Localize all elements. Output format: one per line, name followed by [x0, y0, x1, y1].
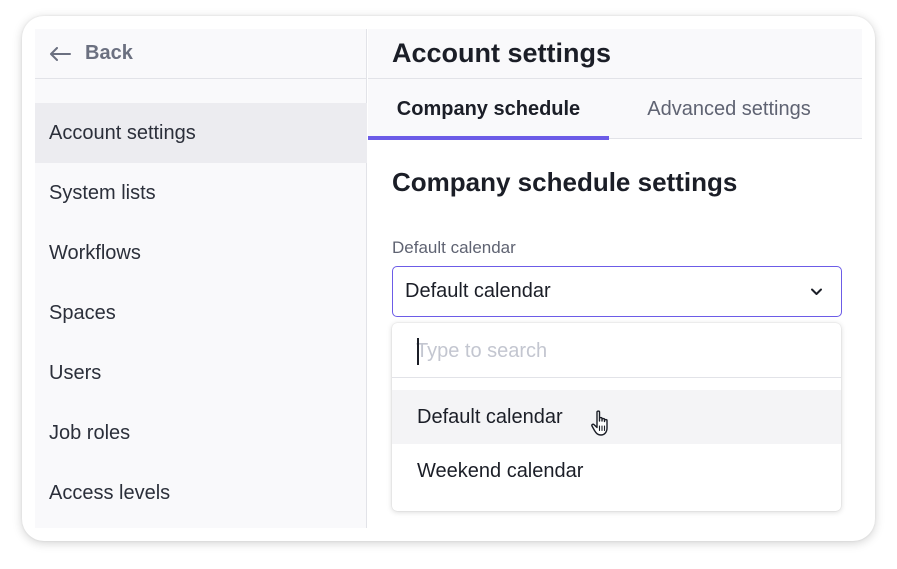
main-content: Account settings Company schedule Advanc… — [368, 29, 862, 528]
arrow-left-icon — [50, 46, 71, 61]
dropdown-search — [392, 323, 841, 378]
hand-pointer-cursor-icon — [591, 410, 608, 436]
sidebar-item-system-lists[interactable]: System lists — [35, 163, 367, 223]
tab-label: Advanced settings — [647, 97, 811, 120]
back-label: Back — [85, 42, 133, 64]
option-label: Weekend calendar — [417, 459, 584, 482]
select-value: Default calendar — [405, 280, 551, 302]
tab-label: Company schedule — [396, 97, 581, 120]
section-title: Company schedule settings — [392, 167, 738, 197]
sidebar-item-label: Access levels — [49, 481, 171, 504]
sidebar-item-account-settings[interactable]: Account settings — [35, 103, 367, 163]
sidebar-item-job-roles[interactable]: Job roles — [35, 403, 367, 463]
option-label: Default calendar — [417, 405, 563, 428]
calendar-dropdown-menu: Default calendar Weekend calendar — [392, 323, 841, 511]
sidebar-item-label: Spaces — [49, 301, 116, 324]
text-caret — [417, 338, 419, 365]
default-calendar-select[interactable]: Default calendar — [392, 266, 842, 317]
sidebar-item-access-levels[interactable]: Access levels — [35, 463, 367, 523]
back-button[interactable]: Back — [35, 29, 367, 79]
tab-advanced-settings[interactable]: Advanced settings — [624, 79, 834, 139]
sidebar-item-workflows[interactable]: Workflows — [35, 223, 367, 283]
sidebar: Back Account settings System lists Workf… — [35, 29, 367, 528]
sidebar-item-label: Account settings — [49, 121, 196, 144]
page-title: Account settings — [368, 29, 862, 79]
default-calendar-label: Default calendar — [392, 238, 516, 257]
sidebar-item-label: Workflows — [49, 241, 141, 264]
sidebar-item-users[interactable]: Users — [35, 343, 367, 403]
chevron-down-icon — [811, 288, 822, 295]
tab-company-schedule[interactable]: Company schedule — [368, 79, 609, 140]
sidebar-nav: Account settings System lists Workflows … — [35, 103, 367, 523]
option-default-calendar[interactable]: Default calendar — [392, 390, 841, 444]
option-weekend-calendar[interactable]: Weekend calendar — [392, 444, 841, 498]
sidebar-item-spaces[interactable]: Spaces — [35, 283, 367, 343]
tab-bar: Company schedule Advanced settings — [368, 79, 862, 140]
search-input[interactable] — [416, 336, 816, 366]
sidebar-item-label: System lists — [49, 181, 156, 204]
sidebar-item-label: Users — [49, 361, 102, 384]
sidebar-item-label: Job roles — [49, 421, 131, 444]
